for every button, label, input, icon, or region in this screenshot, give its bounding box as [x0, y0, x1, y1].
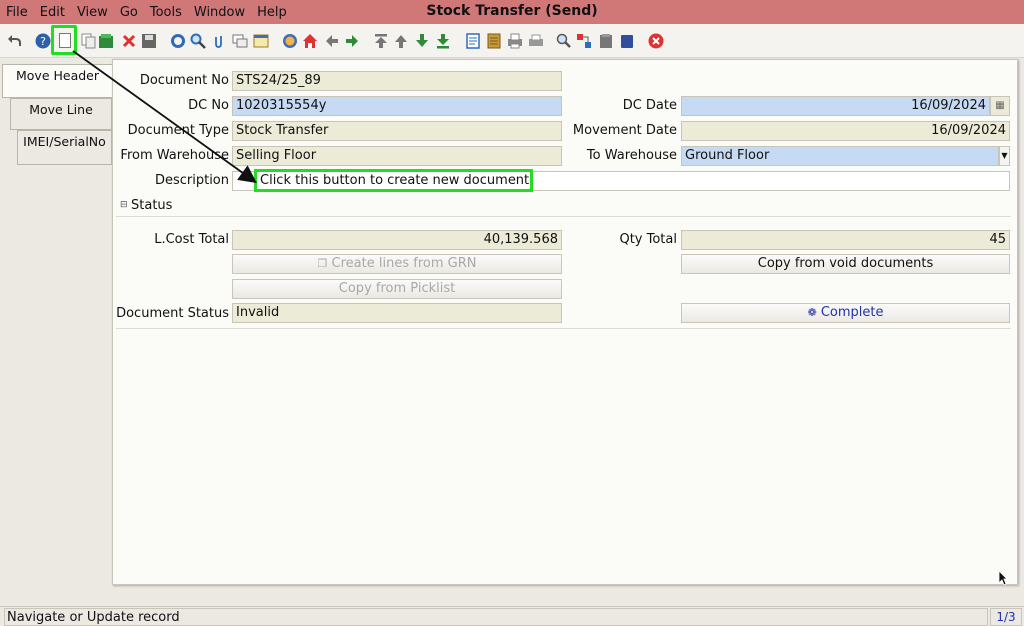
document-type-label: Document Type: [127, 123, 229, 138]
dc-no-field[interactable]: 1020315554y: [232, 96, 562, 116]
record-count[interactable]: 1/3: [990, 608, 1022, 626]
menu-window[interactable]: Window: [188, 5, 251, 20]
archive-icon[interactable]: [98, 33, 114, 49]
lcost-total-field: 40,139.568: [232, 230, 562, 250]
description-label: Description: [154, 173, 229, 188]
section-divider: [116, 328, 1011, 329]
create-lines-from-grn-button[interactable]: ❐ Create lines from GRN: [232, 254, 562, 274]
chevron-down-icon[interactable]: ▼: [999, 146, 1010, 166]
document-no-label: Document No: [139, 73, 229, 88]
from-warehouse-label: From Warehouse: [120, 148, 229, 163]
status-bar: Navigate or Update record 1/3: [0, 606, 1024, 626]
menu-file[interactable]: File: [0, 5, 34, 20]
print-preview-icon[interactable]: [528, 33, 544, 49]
menu-edit[interactable]: Edit: [34, 5, 71, 20]
menu-tools[interactable]: Tools: [144, 5, 188, 20]
complete-label: Complete: [820, 305, 884, 320]
attachment-icon[interactable]: [211, 33, 227, 49]
copy-from-picklist-button[interactable]: Copy from Picklist: [232, 279, 562, 299]
workflow-icon[interactable]: [576, 33, 592, 49]
document-status-field: Invalid: [232, 303, 562, 323]
to-warehouse-label: To Warehouse: [586, 148, 677, 163]
copy-icon[interactable]: [81, 33, 97, 49]
tab-imei-serialno[interactable]: IMEI/SerialNo: [17, 130, 112, 165]
from-warehouse-field[interactable]: Selling Floor: [232, 146, 562, 166]
status-section-label: Status: [131, 198, 173, 213]
status-message: Navigate or Update record: [7, 610, 180, 625]
print-icon[interactable]: [507, 33, 523, 49]
dc-date-field[interactable]: 16/09/2024: [681, 96, 990, 116]
help-icon[interactable]: ?: [35, 33, 51, 49]
mouse-cursor-icon: [998, 570, 1008, 586]
copy-from-void-documents-button[interactable]: Copy from void documents: [681, 254, 1010, 274]
menu-view[interactable]: View: [71, 5, 114, 20]
complete-button[interactable]: ❁ Complete: [681, 303, 1010, 323]
refresh-icon[interactable]: [170, 33, 186, 49]
save-icon[interactable]: [141, 33, 157, 49]
lcost-total-label: L.Cost Total: [154, 232, 229, 247]
product-info-icon[interactable]: [598, 33, 614, 49]
report-icon[interactable]: [465, 33, 481, 49]
status-section-header[interactable]: ⊟ Status: [116, 195, 1011, 217]
movement-date-label: Movement Date: [572, 123, 677, 138]
status-message-box: Navigate or Update record: [4, 608, 988, 626]
dc-no-label: DC No: [188, 98, 229, 113]
menu-go[interactable]: Go: [114, 5, 144, 20]
close-icon[interactable]: [648, 33, 664, 49]
last-record-icon[interactable]: [435, 33, 451, 49]
create-lines-label: Create lines from GRN: [331, 256, 477, 271]
tab-move-line[interactable]: Move Line: [10, 98, 112, 130]
to-warehouse-select[interactable]: Ground Floor: [681, 146, 999, 166]
next-record-icon[interactable]: [414, 33, 430, 49]
delete-icon[interactable]: [121, 33, 137, 49]
toolbar: ?: [0, 24, 1024, 58]
qty-total-field: 45: [681, 230, 1010, 250]
undo-icon[interactable]: [7, 33, 23, 49]
find-icon[interactable]: [190, 33, 206, 49]
back-icon[interactable]: [324, 33, 340, 49]
calendar-icon[interactable]: ▦: [990, 96, 1010, 116]
previous-record-icon[interactable]: [393, 33, 409, 49]
menu-bar: File Edit View Go Tools Window Help Stoc…: [0, 0, 1024, 24]
sidebar: Move Header Move Line IMEI/SerialNo: [0, 59, 113, 589]
first-record-icon[interactable]: [373, 33, 389, 49]
svg-text:?: ?: [40, 35, 46, 48]
dc-date-label: DC Date: [622, 98, 677, 113]
history-icon[interactable]: [253, 33, 269, 49]
home-icon[interactable]: [302, 33, 318, 49]
document-status-label: Document Status: [116, 306, 229, 321]
gear-icon: ❁: [807, 306, 817, 319]
grn-icon: ❐: [317, 257, 328, 270]
archived-docs-icon[interactable]: [486, 33, 502, 49]
navigate-icon[interactable]: [282, 33, 298, 49]
qty-total-label: Qty Total: [619, 232, 677, 247]
menu-help[interactable]: Help: [251, 5, 293, 20]
document-no-field[interactable]: STS24/25_89: [232, 71, 562, 91]
new-document-button[interactable]: [51, 25, 77, 55]
end-icon[interactable]: [619, 33, 635, 49]
chat-icon[interactable]: [232, 33, 248, 49]
new-document-icon: [59, 33, 71, 48]
instruction-callout: Click this button to create new document: [254, 169, 533, 192]
document-type-field[interactable]: Stock Transfer: [232, 121, 562, 141]
forward-icon[interactable]: [344, 33, 360, 49]
zoom-icon[interactable]: [556, 33, 572, 49]
movement-date-field[interactable]: 16/09/2024: [681, 121, 1010, 141]
tab-move-header[interactable]: Move Header: [2, 64, 113, 98]
collapse-icon[interactable]: ⊟: [120, 200, 128, 210]
